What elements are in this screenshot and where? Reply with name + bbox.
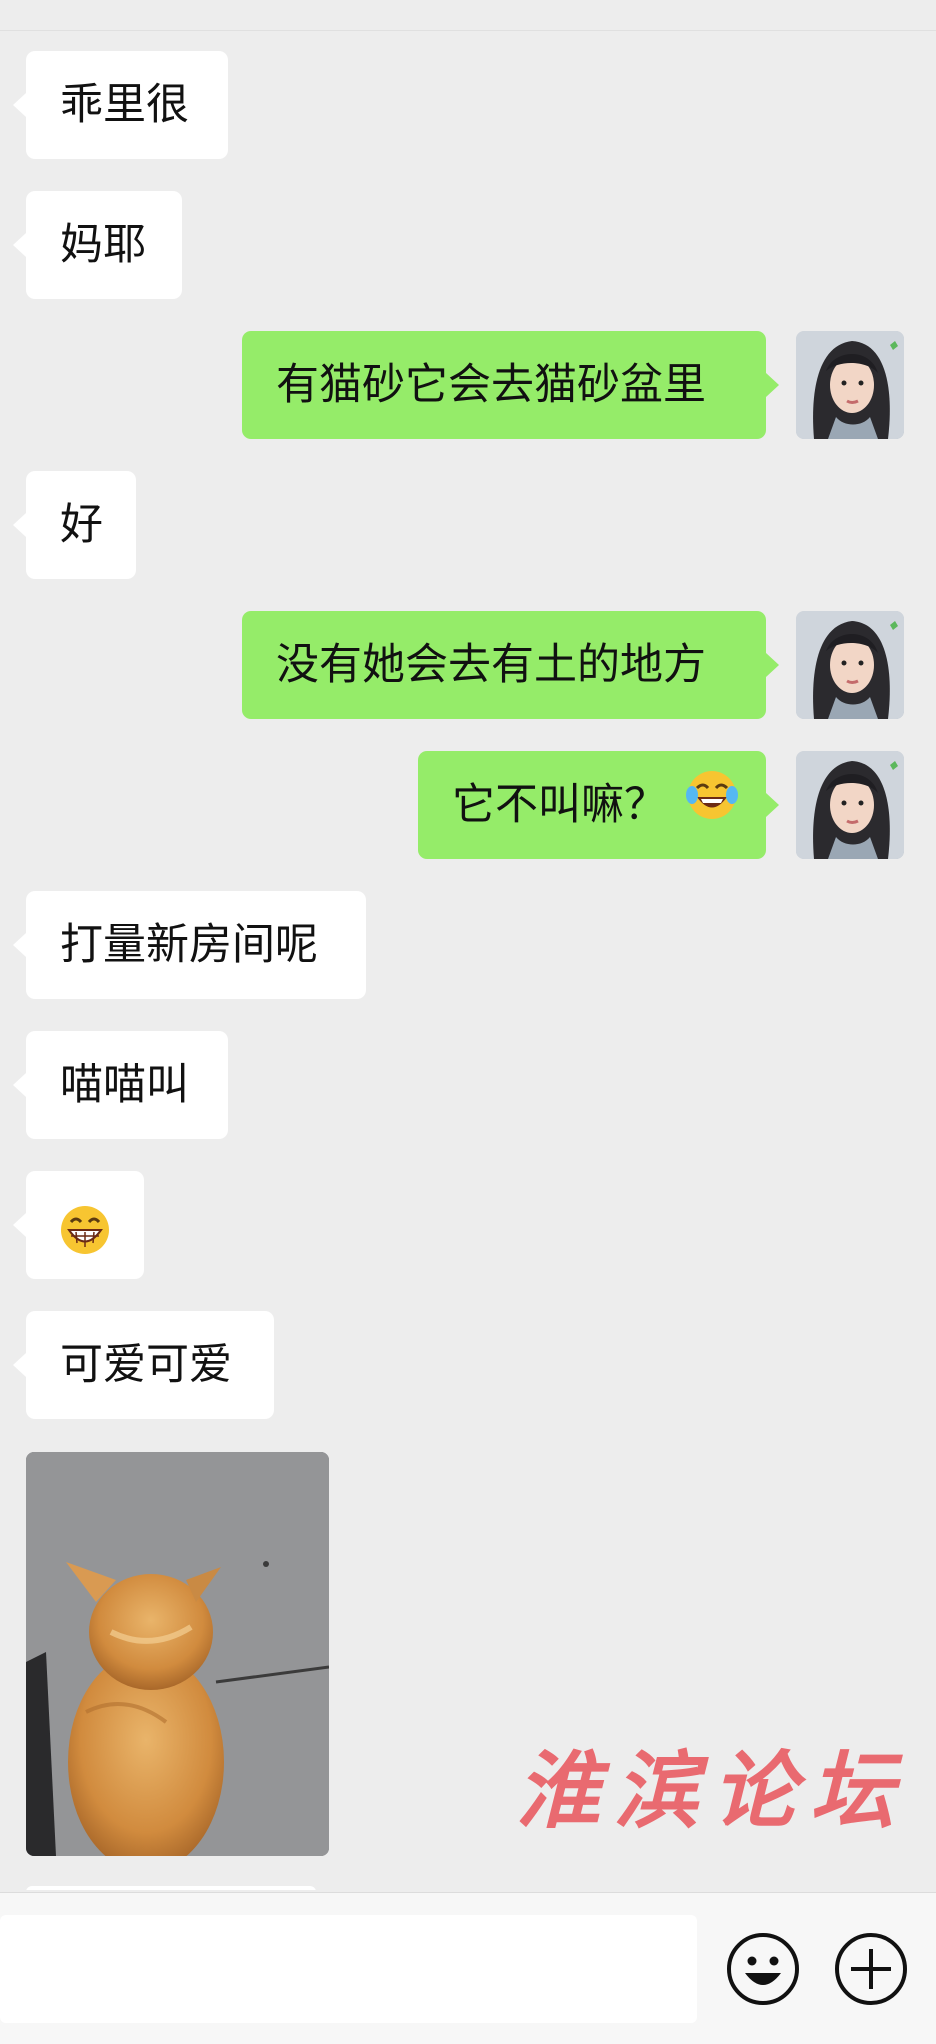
message-text: 有猫砂它会去猫砂盆里 — [276, 360, 706, 410]
image-message-kitten-photo[interactable] — [26, 1452, 329, 1856]
plus-icon — [835, 1933, 907, 2005]
message-text: 可爱可爱 — [60, 1340, 232, 1390]
received-message-bubble[interactable]: 好 — [13, 471, 136, 579]
received-message-bubble[interactable]: 喵喵叫 — [13, 1031, 228, 1139]
received-message-bubble[interactable] — [13, 1171, 144, 1282]
emoji-button[interactable] — [725, 1931, 801, 2007]
sent-message-bubble[interactable]: 没有她会去有土的地方 — [242, 611, 779, 719]
message-input[interactable] — [0, 1915, 697, 2023]
user-avatar[interactable] — [796, 611, 904, 719]
sent-message-bubble[interactable]: 它不叫嘛？ — [418, 751, 779, 862]
received-message-bubble[interactable]: 打量新房间呢 — [13, 891, 366, 999]
message-text: 没有她会去有土的地方 — [276, 640, 706, 690]
message-text: 打量新房间呢 — [60, 920, 318, 970]
message-text: 乖里很 — [60, 80, 189, 130]
user-avatar[interactable] — [796, 751, 904, 859]
grinning-emoji-icon — [58, 1174, 112, 1282]
received-message-bubble[interactable]: 乖里很 — [13, 51, 228, 159]
more-plus-button[interactable] — [833, 1931, 909, 2007]
avatar-portrait-icon — [796, 331, 904, 439]
received-message-bubble[interactable]: 可爱可爱 — [13, 1311, 274, 1419]
forum-watermark: 淮滨论坛 — [516, 1741, 909, 1840]
received-message-bubble[interactable]: 妈耶 — [13, 191, 182, 299]
message-text: 它不叫嘛？ — [452, 780, 667, 830]
message-text: 妈耶 — [60, 220, 146, 270]
sent-message-bubble[interactable]: 有猫砂它会去猫砂盆里 — [242, 331, 779, 439]
orange-kitten-photo-icon — [26, 1452, 329, 1856]
avatar-portrait-icon — [796, 751, 904, 859]
message-text: 喵喵叫 — [60, 1060, 189, 1110]
tears-of-joy-emoji-icon — [685, 754, 739, 862]
avatar-portrait-icon — [796, 611, 904, 719]
emoji-icon — [727, 1933, 799, 2005]
chat-input-bar — [0, 1892, 936, 2044]
user-avatar[interactable] — [796, 331, 904, 439]
message-text: 好 — [60, 500, 103, 550]
partial-next-bubble — [26, 1886, 316, 1890]
chat-message-list[interactable]: 乖里很 妈耶 有猫砂它会去猫砂盆里 好 没有她会去有土的地方 它不叫嘛？ 打量新… — [0, 0, 936, 1890]
